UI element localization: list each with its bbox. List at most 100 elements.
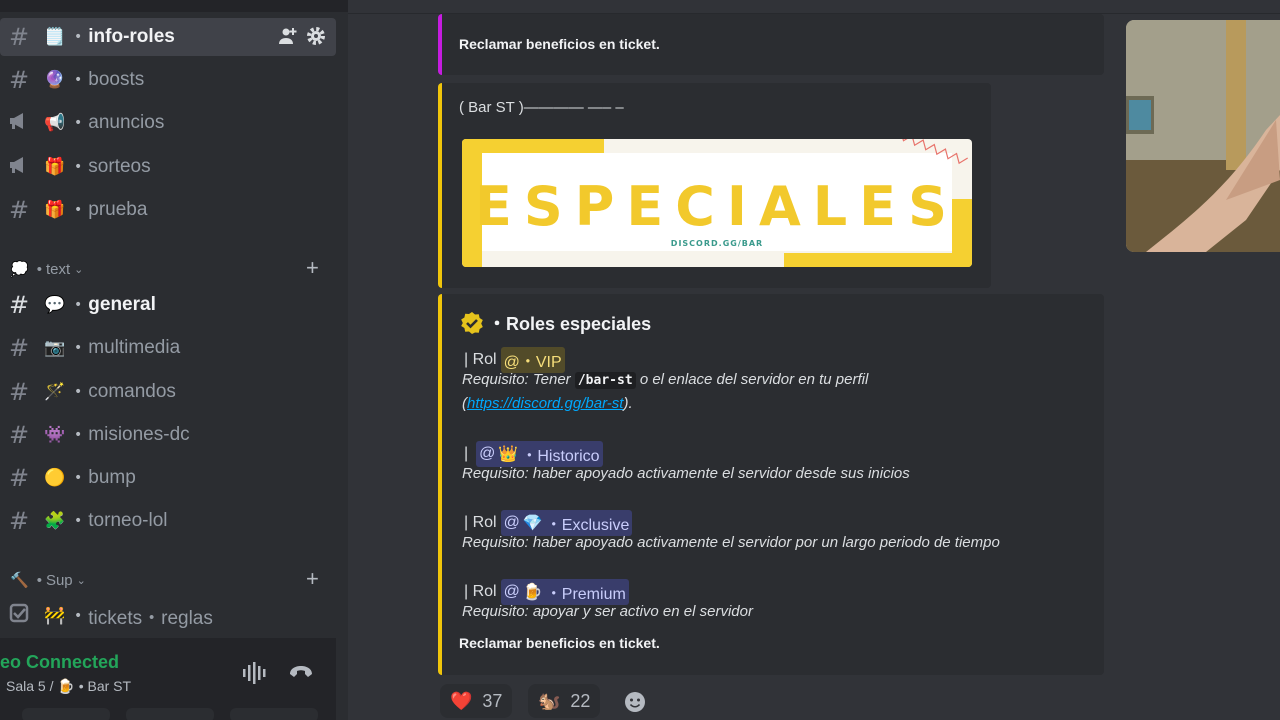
add-reaction-button[interactable] (618, 686, 652, 718)
req-historico: Requisito: haber apoyado activamente el … (462, 465, 910, 482)
voice-location[interactable]: Sala 5 / 🍺 • Bar ST (6, 678, 131, 695)
channel-label: general (88, 294, 156, 315)
rol-prefix: | Rol (464, 351, 497, 368)
activity-button[interactable] (230, 708, 318, 720)
channel-bump[interactable]: # 🟡 • bump (0, 459, 336, 497)
add-member-icon[interactable] (278, 26, 298, 46)
role-mention-exclusive[interactable]: @ 💎 ・Exclusive (500, 510, 633, 536)
channel-label: sorteos (88, 156, 151, 177)
channel-comandos[interactable]: # 🪄 • comandos (0, 373, 336, 411)
req-premium: Requisito: apoyar y ser activo en el ser… (462, 603, 753, 620)
channel-dot: • (74, 29, 83, 45)
hash-icon: # (8, 291, 30, 319)
especiales-banner-image[interactable]: ESPECIALES DISCORD.GG/BAR (462, 139, 972, 267)
hash-icon: # (8, 421, 30, 449)
reaction-heart[interactable]: ❤️ 37 (440, 684, 513, 718)
voice-room: Sala 5 / (6, 678, 54, 694)
speech-balloon-emoji: 💬 (44, 295, 66, 315)
category-label: text (45, 260, 71, 278)
speech-bubble-emoji: 💭 (10, 261, 29, 278)
yellow-circle-emoji: 🟡 (44, 468, 66, 488)
channel-sidebar: # 🗒️ • info-roles # 🔮 • boosts 📢 • anunc… (0, 0, 348, 720)
banner-title: ESPECIALES (475, 175, 959, 238)
roles-title-text: ・Roles especiales (488, 314, 652, 334)
reaction-squirrel[interactable]: 🐿️ 22 (528, 684, 601, 718)
squirrel-emoji: 🐿️ (538, 690, 561, 711)
gem-emoji: 💎 (522, 515, 543, 532)
megaphone-icon (0, 111, 38, 136)
category-text[interactable]: 💭 • text ⌄ + (10, 255, 319, 280)
hash-icon: # (8, 378, 30, 406)
hash-thread-icon: # (8, 196, 30, 224)
channel-general[interactable]: # 💬 • general (0, 286, 336, 324)
channel-label: comandos (88, 381, 176, 402)
channel-anuncios[interactable]: 📢 • anuncios (0, 104, 336, 142)
channel-label: torneo-lol (88, 510, 168, 531)
alien-monster-emoji: 👾 (44, 425, 66, 445)
channel-label: bump (88, 467, 136, 488)
add-channel-icon[interactable]: + (306, 566, 319, 592)
crystal-ball-emoji: 🔮 (44, 70, 66, 90)
gear-icon[interactable] (306, 26, 326, 46)
category-sup[interactable]: 🔨 • Sup ⌄ + (10, 566, 319, 591)
gift-emoji: 🎁 (44, 157, 66, 177)
role-vip-line: | Rol @・VIP (464, 347, 565, 373)
channel-label: multimedia (88, 337, 181, 358)
channel-label: info-roles (88, 26, 175, 47)
role-exclusive-line: | Rol @ 💎 ・Exclusive (464, 510, 633, 536)
puzzle-emoji: 🧩 (44, 511, 66, 531)
channel-label: boosts (88, 69, 145, 90)
megaphone-emoji: 📢 (44, 113, 66, 133)
server-header-strip (0, 0, 348, 12)
voice-connection-panel: eo Connected Sala 5 / 🍺 • Bar ST (0, 638, 336, 720)
voice-status[interactable]: eo Connected (0, 652, 119, 673)
reaction-count: 22 (570, 690, 591, 711)
server-invite-link[interactable]: https://discord.gg/bar-st (467, 395, 623, 412)
hash-thread-icon: # (8, 464, 30, 492)
sound-wave-icon[interactable] (242, 662, 268, 684)
hash-icon: # (8, 23, 30, 51)
hash-thread-icon: # (8, 507, 30, 535)
disconnect-phone-icon[interactable] (288, 664, 314, 680)
embed-title: ( Bar ST )———— —– – (459, 99, 624, 116)
camera-button[interactable] (22, 708, 110, 720)
voice-server: Bar ST (87, 678, 132, 694)
construction-emoji: 🚧 (44, 606, 66, 626)
channel-boosts[interactable]: # 🔮 • boosts (0, 61, 336, 99)
channel-label: tickets・reglas (88, 607, 213, 629)
channel-prueba[interactable]: # 🎁 • prueba (0, 191, 336, 229)
checkbox-icon (0, 602, 38, 630)
add-channel-icon[interactable]: + (306, 255, 319, 281)
verified-check-icon (461, 312, 483, 334)
voice-buttons-row (22, 708, 318, 720)
smiley-icon (625, 692, 645, 712)
roles-title: ・Roles especiales (460, 310, 651, 336)
channel-torneo-lol[interactable]: # 🧩 • torneo-lol (0, 502, 336, 540)
chevron-down-icon: ⌄ (74, 263, 84, 276)
embed-roles: ・Roles especiales | Rol @・VIP Requisito:… (438, 294, 1104, 675)
role-mention-vip[interactable]: @・VIP (500, 347, 565, 373)
embed-footer-text: Reclamar beneficios en ticket. (459, 36, 660, 52)
channel-tickets[interactable]: 🚧 • tickets・reglas (0, 597, 336, 635)
role-mention-historico[interactable]: @ 👑 ・Historico (476, 441, 603, 467)
crown-emoji: 👑 (498, 446, 519, 463)
embed-footer-text: Reclamar beneficios en ticket. (459, 635, 660, 651)
wand-emoji: 🪄 (44, 382, 66, 402)
channel-info-roles[interactable]: # 🗒️ • info-roles (0, 18, 336, 56)
channel-multimedia[interactable]: # 📷 • multimedia (0, 329, 336, 367)
role-premium-line: | Rol @ 🍺 ・Premium (464, 579, 629, 605)
banner-subtitle: DISCORD.GG/BAR (670, 239, 764, 248)
webcam-overlay (1126, 20, 1280, 252)
notepad-emoji: 🗒️ (44, 27, 66, 47)
screen-share-button[interactable] (126, 708, 214, 720)
heart-emoji: ❤️ (450, 690, 473, 711)
hash-icon: # (8, 66, 30, 94)
role-mention-premium[interactable]: @ 🍺 ・Premium (500, 579, 629, 605)
channel-misiones-dc[interactable]: # 👾 • misiones-dc (0, 416, 336, 454)
embed-previous: Reclamar beneficios en ticket. (438, 14, 1104, 75)
channel-sorteos[interactable]: 🎁 • sorteos (0, 148, 336, 186)
hammer-emoji: 🔨 (10, 572, 29, 589)
channel-label: misiones-dc (88, 424, 190, 445)
channel-header (348, 0, 1280, 14)
channel-label: anuncios (88, 112, 165, 133)
